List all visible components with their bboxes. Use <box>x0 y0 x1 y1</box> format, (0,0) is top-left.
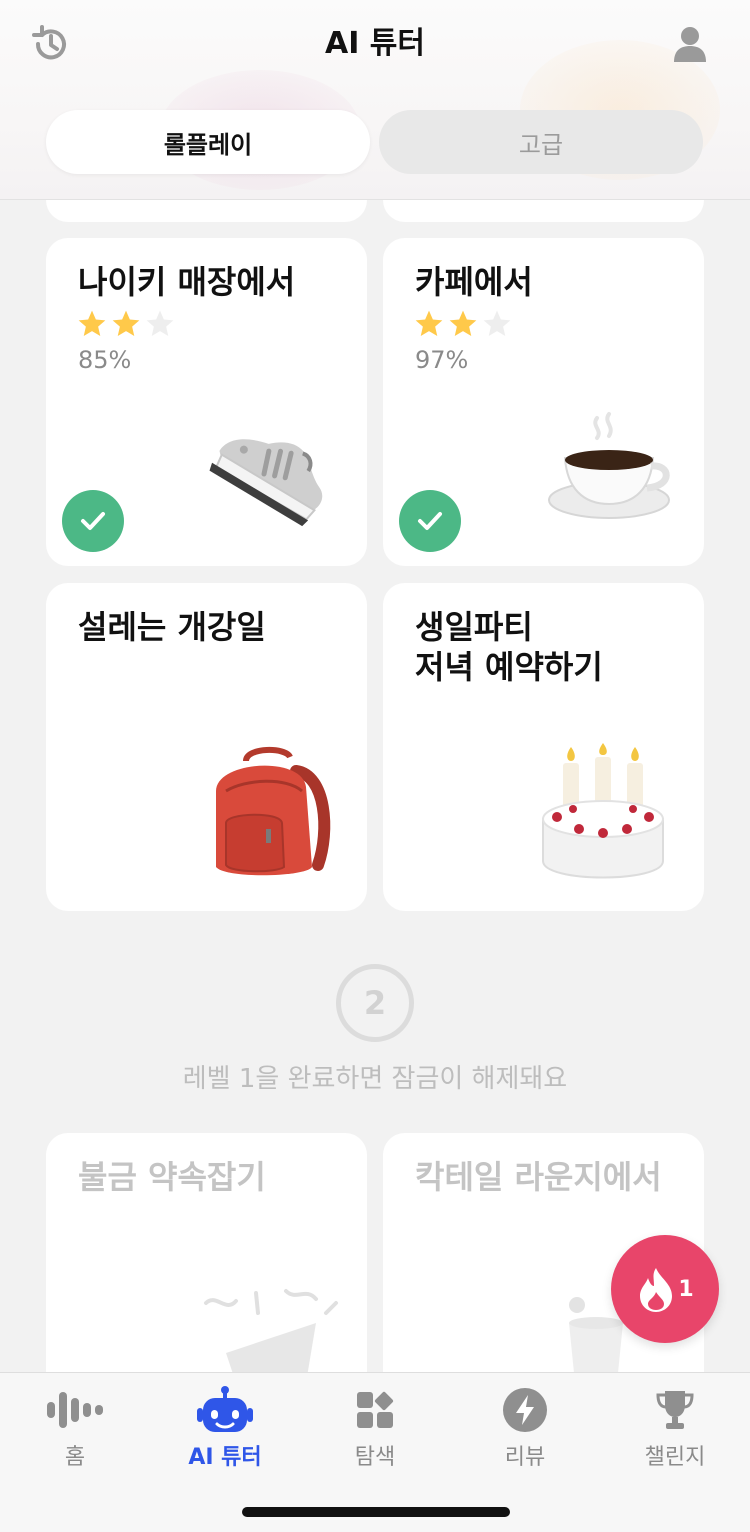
birthday-cake-icon <box>533 743 673 887</box>
roleplay-card-cafe[interactable]: 카페에서 97% <box>383 238 704 566</box>
star-rating <box>413 308 513 340</box>
streak-count: 1 <box>678 1276 694 1302</box>
star-icon <box>449 310 477 336</box>
star-icon <box>112 310 140 336</box>
sneaker-icon <box>208 404 338 538</box>
tab-roleplay[interactable]: 롤플레이 <box>46 110 370 174</box>
robot-icon <box>195 1386 255 1433</box>
nav-label: AI 튜터 <box>188 1445 262 1470</box>
completed-check-icon <box>399 490 461 552</box>
nav-item-home[interactable]: 홈 <box>0 1387 150 1477</box>
level-number-badge: 2 <box>336 964 414 1042</box>
ai-tutor-screen: AI 튜터 롤플레이 고급 나이키 매장에서 85% 카페에서 97% 설레는 … <box>0 0 750 1532</box>
grid-icon <box>345 1387 405 1433</box>
header: AI 튜터 롤플레이 고급 <box>0 0 750 200</box>
nav-item-review[interactable]: 리뷰 <box>450 1387 600 1477</box>
nav-label: 탐색 <box>354 1445 396 1470</box>
roleplay-card-birthday[interactable]: 생일파티 저녁 예약하기 <box>383 583 704 911</box>
completed-check-icon <box>62 490 124 552</box>
bottom-nav: 홈 AI 튜터 탐색 리뷰 챌린지 <box>0 1372 750 1532</box>
card-title: 나이키 매장에서 <box>78 263 296 301</box>
page-title: AI 튜터 <box>324 26 426 61</box>
star-icon <box>415 310 443 336</box>
star-rating <box>76 308 176 340</box>
card-title: 칵테일 라운지에서 <box>415 1158 662 1196</box>
streak-button[interactable]: 1 <box>611 1235 719 1343</box>
tab-advanced[interactable]: 고급 <box>379 110 703 174</box>
nav-label: 챌린지 <box>644 1445 706 1470</box>
star-empty-icon <box>146 310 174 336</box>
backpack-icon <box>206 741 336 885</box>
coffee-cup-icon <box>543 408 673 532</box>
roleplay-card-school[interactable]: 설레는 개강일 <box>46 583 367 911</box>
waveform-icon <box>45 1387 105 1433</box>
star-empty-icon <box>483 310 511 336</box>
score-percent: 85% <box>78 346 132 374</box>
home-indicator[interactable] <box>242 1507 510 1517</box>
nav-item-explore[interactable]: 탐색 <box>300 1387 450 1477</box>
card-title: 설레는 개강일 <box>78 608 266 646</box>
trophy-icon <box>645 1387 705 1433</box>
score-percent: 97% <box>415 346 469 374</box>
nav-label: 홈 <box>64 1445 86 1470</box>
star-icon <box>78 310 106 336</box>
lightning-icon <box>495 1387 555 1433</box>
nav-label: 리뷰 <box>504 1445 546 1470</box>
card-title: 불금 약속잡기 <box>78 1158 266 1196</box>
flame-icon <box>640 1268 673 1312</box>
card-title: 생일파티 저녁 예약하기 <box>415 608 603 686</box>
nav-item-ai-tutor[interactable]: AI 튜터 <box>150 1386 300 1477</box>
roleplay-card-nike[interactable]: 나이키 매장에서 85% <box>46 238 367 566</box>
level-lock-message: 레벨 1을 완료하면 잠금이 해제돼요 <box>182 1064 568 1094</box>
card-title: 카페에서 <box>415 263 533 301</box>
profile-icon[interactable] <box>668 22 712 66</box>
nav-item-challenge[interactable]: 챌린지 <box>600 1387 750 1477</box>
